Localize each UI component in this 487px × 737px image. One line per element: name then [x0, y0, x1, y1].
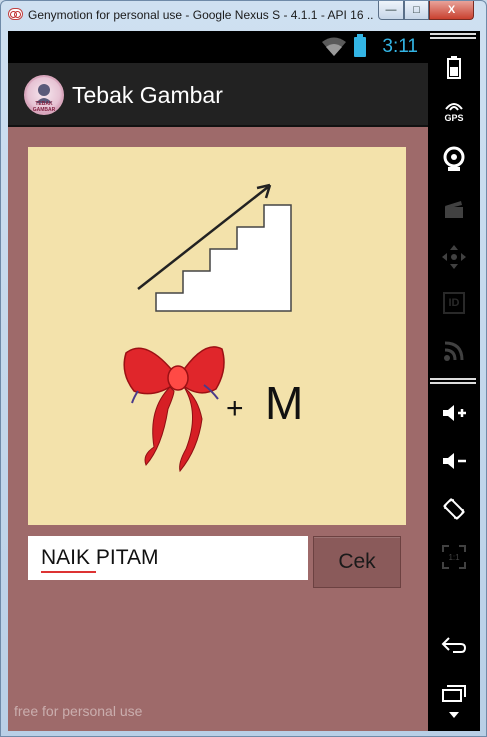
letter-m: M: [265, 377, 303, 429]
rss-cast-icon: [444, 341, 464, 361]
volume-up-icon: [443, 405, 466, 421]
back-arrow-icon: [441, 637, 467, 653]
plus-sign: +: [226, 392, 244, 425]
gps-button[interactable]: GPS: [428, 89, 480, 133]
action-bar: TEBAK GAMBAR Tebak Gambar: [8, 63, 428, 127]
device-id-button[interactable]: ID: [428, 281, 480, 325]
watermark-text: free for personal use: [14, 703, 143, 719]
sidebar-divider: [430, 33, 476, 39]
back-button[interactable]: [428, 623, 480, 667]
spellcheck-underline: [41, 571, 96, 573]
capture-button[interactable]: [428, 187, 480, 231]
status-bar: 3:11: [8, 31, 428, 63]
android-screen: 3:11 TEBAK GAMBAR Tebak Gambar + M NAIK …: [8, 31, 428, 731]
window-title: Genymotion for personal use - Google Nex…: [28, 8, 373, 22]
red-ribbon-icon: [123, 346, 225, 473]
webcam-icon: [443, 146, 465, 171]
clapperboard-icon: [445, 201, 463, 218]
volume-up-button[interactable]: [428, 391, 480, 435]
menu-down-icon: [449, 712, 459, 718]
gps-label: GPS: [444, 113, 464, 123]
rotate-button[interactable]: [428, 487, 480, 531]
recent-apps-icon: [442, 685, 466, 702]
id-icon: ID: [443, 292, 465, 314]
minimize-button[interactable]: —: [378, 1, 404, 20]
menu-button[interactable]: [428, 703, 480, 727]
rotate-icon: [443, 498, 465, 520]
emulator-window: Genymotion for personal use - Google Nex…: [0, 0, 487, 737]
app-title: Tebak Gambar: [72, 82, 223, 108]
battery-button[interactable]: [428, 45, 480, 89]
camera-button[interactable]: [428, 137, 480, 181]
close-button[interactable]: X: [429, 1, 474, 20]
battery-icon: [354, 34, 366, 57]
volume-down-button[interactable]: [428, 439, 480, 483]
dpad-icon: [442, 245, 466, 269]
svg-text:1:1: 1:1: [448, 553, 460, 562]
volume-down-icon: [443, 453, 466, 469]
battery-widget-icon: [447, 56, 461, 79]
window-titlebar[interactable]: Genymotion for personal use - Google Nex…: [1, 1, 487, 27]
puzzle-illustration: + M: [123, 183, 303, 473]
wifi-icon: [322, 37, 346, 56]
app-logo[interactable]: TEBAK GAMBAR: [24, 75, 64, 115]
logo-text: TEBAK GAMBAR: [32, 101, 56, 113]
maximize-button[interactable]: □: [404, 1, 429, 20]
gps-signal-icon: [445, 103, 463, 111]
pixel-perfect-button[interactable]: 1:1: [428, 535, 480, 579]
puzzle-image: + M: [28, 147, 406, 525]
emulator-sidebar: GPS ID 1:1: [428, 31, 480, 731]
status-time: 3:11: [382, 36, 418, 57]
check-button[interactable]: Cek: [313, 536, 401, 588]
scale-one-to-one-icon: 1:1: [442, 545, 466, 569]
genymotion-icon: [8, 8, 23, 20]
dpad-button[interactable]: [428, 235, 480, 279]
cast-button[interactable]: [428, 329, 480, 373]
sidebar-divider: [430, 378, 476, 384]
